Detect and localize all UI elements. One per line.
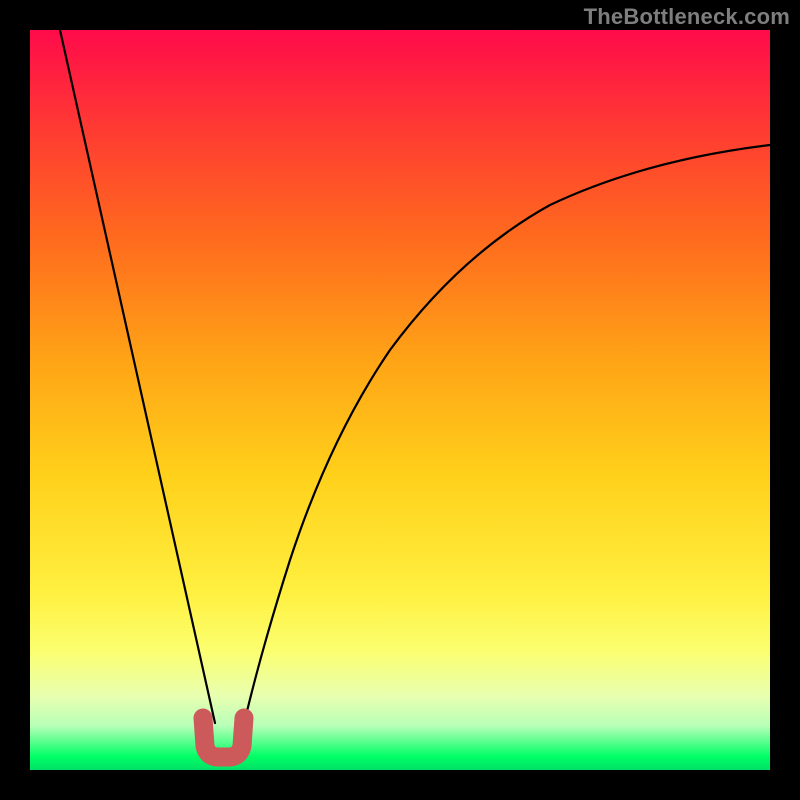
watermark-text: TheBottleneck.com [584, 4, 790, 30]
plot-area [30, 30, 770, 770]
left-branch-curve [60, 30, 215, 723]
optimal-valley-marker [203, 718, 244, 757]
curve-layer [30, 30, 770, 770]
chart-frame: TheBottleneck.com [0, 0, 800, 800]
right-branch-curve [237, 145, 770, 755]
